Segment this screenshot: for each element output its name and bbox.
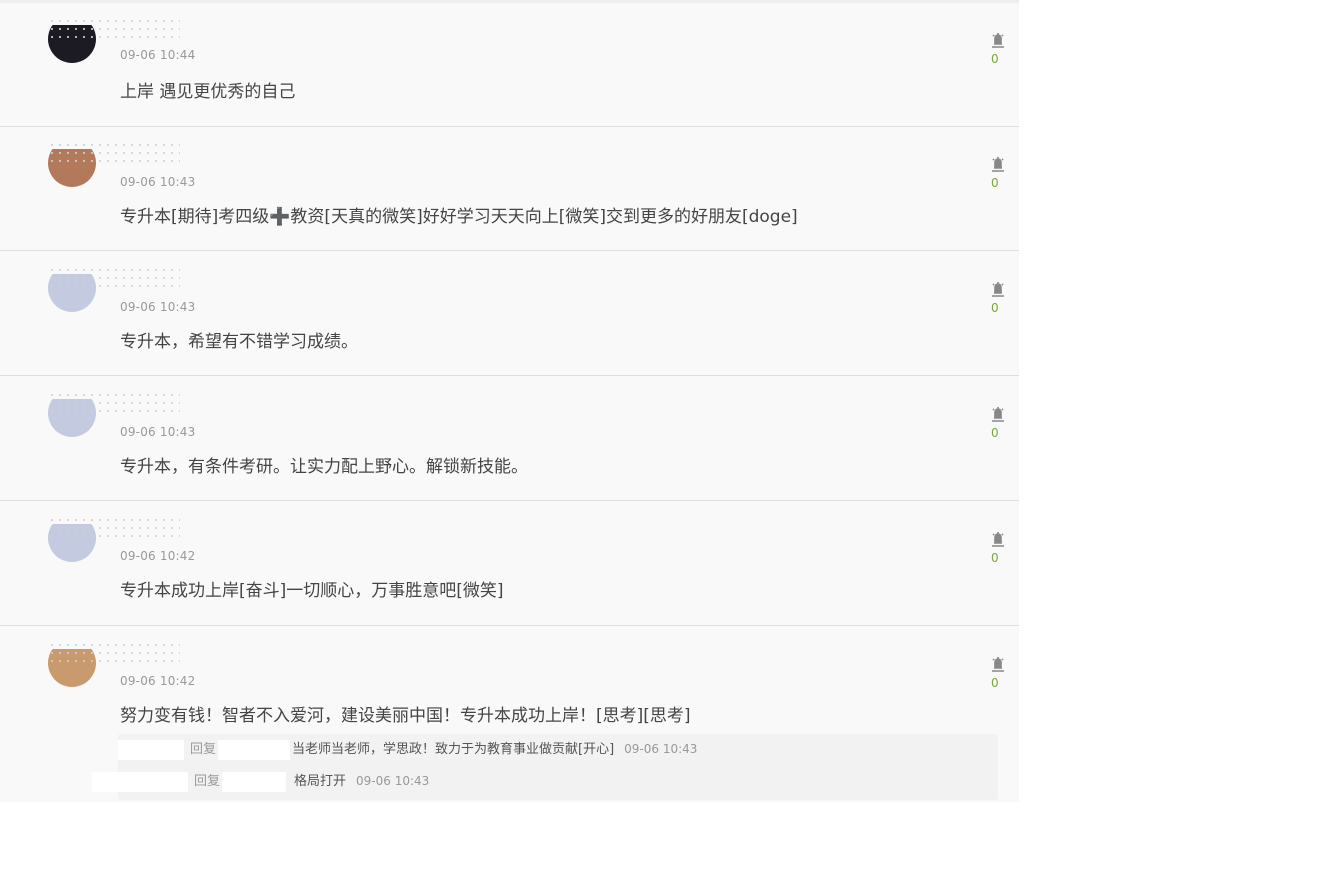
comment-text: 专升本，希望有不错学习成绩。	[120, 332, 358, 352]
comment-item: 09-06 10:42 专升本成功上岸[奋斗]一切顺心，万事胜意吧[微笑] 0 …	[0, 502, 1019, 626]
report-icon	[992, 531, 1004, 547]
report-button[interactable]: 0	[991, 153, 1005, 190]
report-button[interactable]: 0	[991, 528, 1005, 565]
comment-item: 09-06 10:43 专升本，有条件考研。让实力配上野心。解锁新技能。 0 0	[0, 377, 1019, 501]
report-count: 0	[991, 52, 999, 66]
comment-time: 09-06 10:44	[120, 48, 196, 62]
report-button[interactable]: 0	[991, 653, 1005, 690]
username-redacted	[48, 516, 180, 540]
report-count: 0	[991, 301, 999, 315]
report-icon	[992, 656, 1004, 672]
username-redacted	[48, 641, 180, 665]
report-button[interactable]: 0	[991, 278, 1005, 315]
report-count: 0	[991, 676, 999, 690]
comment-text: 上岸 遇见更优秀的自己	[120, 82, 296, 102]
report-icon	[992, 406, 1004, 422]
comment-time: 09-06 10:43	[120, 175, 196, 189]
reply-label: 回复	[194, 774, 221, 789]
username-redacted	[48, 391, 180, 415]
report-count: 0	[991, 551, 999, 565]
comment-text: 专升本，有条件考研。让实力配上野心。解锁新技能。	[120, 457, 528, 477]
username-redacted	[48, 266, 180, 290]
reply-text: 当老师当老师，学思政！致力于为教育事业做贡献[开心]	[292, 742, 615, 757]
username-redacted	[48, 141, 180, 165]
reply-item: 回复 当老师当老师，学思政！致力于为教育事业做贡献[开心] 09-06 10:43	[118, 738, 697, 760]
reply-item: 回复 格局打开 09-06 10:43	[92, 770, 429, 792]
report-icon	[992, 156, 1004, 172]
username-redacted	[48, 17, 180, 41]
report-icon	[992, 32, 1004, 48]
reply-time: 09-06 10:43	[624, 742, 698, 756]
report-count: 0	[991, 426, 999, 440]
comment-item: 09-06 10:43 专升本，希望有不错学习成绩。 0 0	[0, 252, 1019, 376]
comment-time: 09-06 10:43	[120, 300, 196, 314]
report-icon	[992, 281, 1004, 297]
reply-target-redacted[interactable]	[218, 739, 291, 760]
comment-text: 专升本[期待]考四级➕教资[天真的微笑]好好学习天天向上[微笑]交到更多的好朋友…	[120, 207, 798, 227]
report-button[interactable]: 0	[991, 29, 1005, 66]
reply-text: 格局打开	[294, 774, 347, 789]
reply-target-redacted[interactable]	[222, 771, 287, 792]
comment-time: 09-06 10:42	[120, 674, 196, 688]
reply-time: 09-06 10:43	[356, 774, 430, 788]
comment-time: 09-06 10:43	[120, 425, 196, 439]
comment-time: 09-06 10:42	[120, 549, 196, 563]
reply-label: 回复	[190, 742, 217, 757]
comment-item: 09-06 10:44 上岸 遇见更优秀的自己 0 0	[0, 3, 1019, 127]
comment-text: 努力变有钱！智者不入爱河，建设美丽中国！专升本成功上岸！[思考][思考]	[120, 706, 691, 726]
report-count: 0	[991, 176, 999, 190]
reply-thread: 回复 当老师当老师，学思政！致力于为教育事业做贡献[开心] 09-06 10:43 …	[92, 734, 998, 800]
comment-list: 09-06 10:44 上岸 遇见更优秀的自己 0 0 09-06 10:43 …	[0, 0, 1019, 802]
comment-item: 09-06 10:43 专升本[期待]考四级➕教资[天真的微笑]好好学习天天向上…	[0, 127, 1019, 251]
reply-username-redacted[interactable]	[92, 771, 188, 792]
report-button[interactable]: 0	[991, 403, 1005, 440]
comment-text: 专升本成功上岸[奋斗]一切顺心，万事胜意吧[微笑]	[120, 581, 504, 601]
reply-username-redacted[interactable]	[118, 739, 184, 760]
